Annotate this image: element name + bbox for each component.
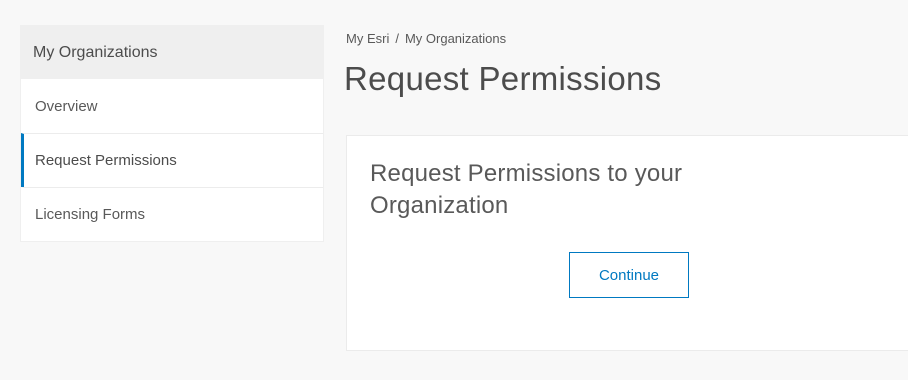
continue-button[interactable]: Continue [569,252,689,298]
request-permissions-card: Request Permissions to your Organization… [346,135,908,351]
breadcrumb: My Esri / My Organizations [346,31,506,46]
sidebar-item-licensing-forms[interactable]: Licensing Forms [21,187,323,241]
breadcrumb-separator: / [395,31,399,46]
sidebar-item-overview[interactable]: Overview [21,79,323,133]
breadcrumb-my-organizations[interactable]: My Organizations [405,31,506,46]
sidebar-item-request-permissions[interactable]: Request Permissions [21,133,323,187]
sidebar: My Organizations Overview Request Permis… [20,25,324,242]
card-heading: Request Permissions to your Organization [370,160,683,219]
page-title: Request Permissions [344,60,662,97]
page: My Organizations Overview Request Permis… [0,0,908,380]
sidebar-header: My Organizations [21,26,323,79]
breadcrumb-my-esri[interactable]: My Esri [346,31,389,46]
